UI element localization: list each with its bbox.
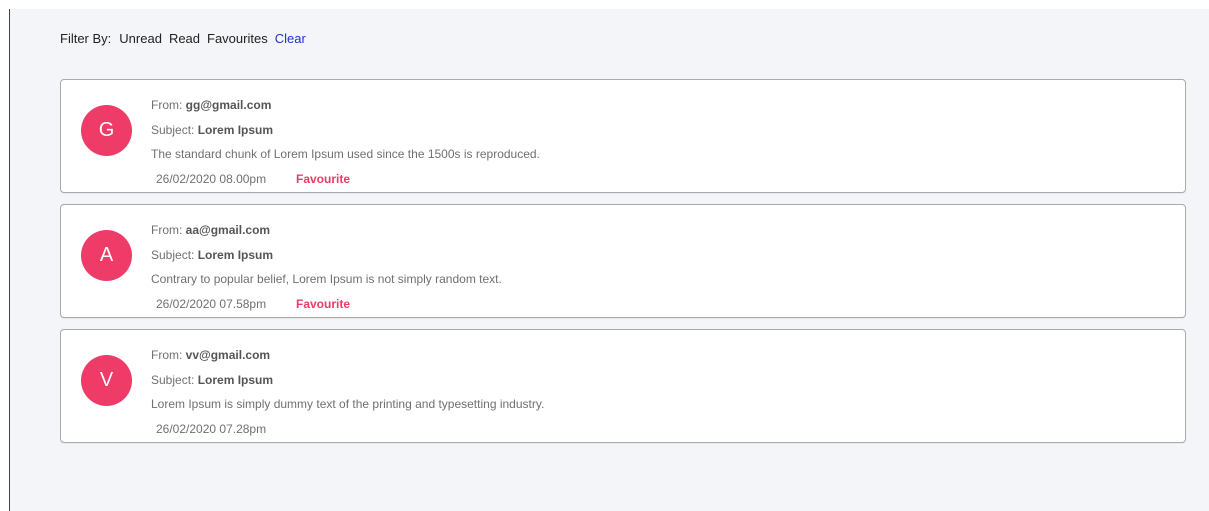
email-meta: 26/02/2020 07.58pm Favourite: [151, 297, 502, 322]
filter-favourites[interactable]: Favourites: [207, 31, 268, 46]
subject-row: Subject: Lorem Ipsum: [151, 248, 502, 273]
from-label: From:: [151, 98, 186, 112]
email-date: 26/02/2020 07.58pm: [156, 296, 267, 311]
subject-text: Lorem Ipsum: [197, 247, 274, 262]
email-card[interactable]: A From: aa@gmail.com Subject: Lorem Ipsu…: [60, 204, 1186, 318]
from-address: aa@gmail.com: [185, 223, 271, 237]
subject-label: Subject:: [151, 122, 198, 137]
email-card[interactable]: V From: vv@gmail.com Subject: Lorem Ipsu…: [60, 329, 1186, 443]
email-meta: 26/02/2020 07.28pm: [151, 422, 544, 447]
email-card[interactable]: G From: gg@gmail.com Subject: Lorem Ipsu…: [60, 79, 1186, 193]
email-content: From: vv@gmail.com Subject: Lorem Ipsum …: [151, 348, 544, 446]
from-label: From:: [151, 223, 186, 237]
email-body: Lorem Ipsum is simply dummy text of the …: [151, 397, 545, 411]
email-page: Filter By: Unread Read Favourites Clear …: [9, 9, 1209, 511]
subject-row: Subject: Lorem Ipsum: [151, 123, 540, 148]
email-content: From: gg@gmail.com Subject: Lorem Ipsum …: [151, 98, 540, 196]
from-label: From:: [151, 348, 186, 362]
subject-label: Subject:: [151, 372, 198, 387]
from-address: vv@gmail.com: [185, 348, 271, 362]
subject-label: Subject:: [151, 247, 198, 262]
subject-text: Lorem Ipsum: [197, 372, 274, 387]
filter-label: Filter By:: [60, 31, 112, 46]
email-content: From: aa@gmail.com Subject: Lorem Ipsum …: [151, 223, 502, 321]
avatar: G: [81, 105, 132, 156]
subject-row: Subject: Lorem Ipsum: [151, 373, 544, 398]
favourite-link[interactable]: Favourite: [296, 172, 350, 197]
email-body: Contrary to popular belief, Lorem Ipsum …: [151, 272, 502, 286]
filter-unread[interactable]: Unread: [119, 31, 162, 46]
filter-read[interactable]: Read: [169, 31, 200, 46]
email-body: The standard chunk of Lorem Ipsum used s…: [151, 147, 540, 161]
filter-clear-link[interactable]: Clear: [275, 31, 306, 46]
avatar: A: [81, 230, 132, 281]
email-list: G From: gg@gmail.com Subject: Lorem Ipsu…: [60, 79, 1186, 454]
filter-bar: Filter By: Unread Read Favourites Clear: [60, 31, 313, 46]
from-address: gg@gmail.com: [185, 98, 272, 112]
favourite-link[interactable]: Favourite: [296, 297, 350, 322]
avatar: V: [81, 355, 132, 406]
email-date: 26/02/2020 08.00pm: [156, 171, 267, 186]
from-row: From: gg@gmail.com: [151, 98, 540, 123]
from-row: From: aa@gmail.com: [151, 223, 502, 248]
email-date: 26/02/2020 07.28pm: [156, 421, 267, 436]
subject-text: Lorem Ipsum: [197, 122, 274, 137]
from-row: From: vv@gmail.com: [151, 348, 544, 373]
email-meta: 26/02/2020 08.00pm Favourite: [151, 172, 540, 197]
